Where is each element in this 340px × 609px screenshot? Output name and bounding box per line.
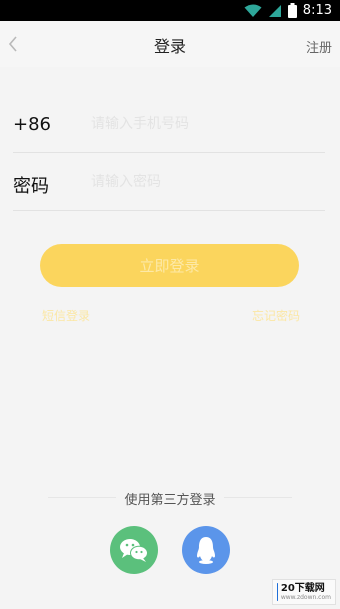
- forgot-password-link[interactable]: 忘记密码: [252, 307, 300, 324]
- password-label: 密码: [13, 176, 49, 197]
- header: 登录 注册: [0, 21, 340, 67]
- phone-row: +86: [13, 94, 325, 153]
- watermark: 20下载网 www.zdown.com: [272, 579, 336, 605]
- battery-icon: [287, 3, 297, 18]
- country-code-label: +86: [13, 114, 51, 135]
- status-bar: 8:13: [0, 0, 340, 21]
- third-party-label-text: 使用第三方登录: [116, 493, 224, 508]
- watermark-text: 20下载网: [280, 583, 325, 594]
- password-row: 密码: [13, 152, 325, 211]
- watermark-subtext: www.zdown.com: [280, 594, 331, 601]
- wechat-icon: [120, 539, 148, 562]
- register-button[interactable]: 注册: [306, 37, 332, 56]
- login-button[interactable]: 立即登录: [40, 244, 299, 287]
- wifi-icon: [244, 4, 262, 17]
- watermark-text-group: 20下载网 www.zdown.com: [281, 583, 331, 601]
- third-party-label: 使用第三方登录: [0, 489, 340, 508]
- wechat-login-button[interactable]: [110, 526, 158, 574]
- qq-login-button[interactable]: [182, 526, 230, 574]
- signal-icon: [268, 4, 281, 17]
- status-time: 8:13: [302, 3, 332, 18]
- watermark-logo-icon: [277, 583, 278, 601]
- password-input[interactable]: [89, 169, 313, 195]
- sms-login-link[interactable]: 短信登录: [42, 307, 90, 324]
- page-title: 登录: [153, 37, 186, 56]
- phone-input[interactable]: [89, 111, 313, 137]
- status-icons: 8:13: [244, 1, 332, 20]
- qq-icon: [197, 537, 215, 564]
